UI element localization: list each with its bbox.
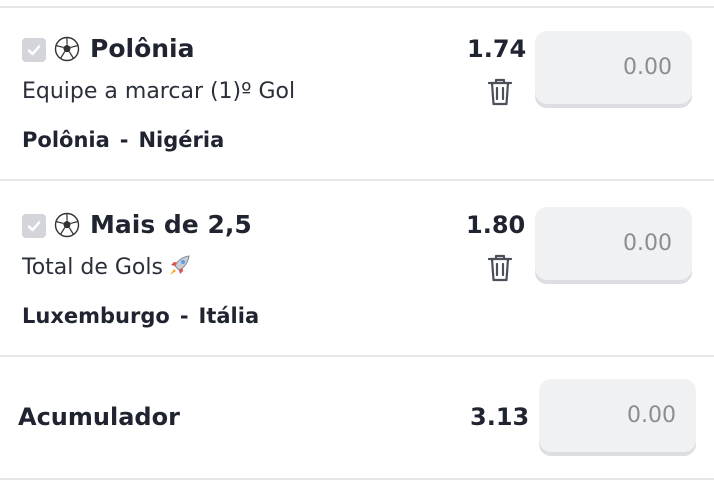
accumulator-stake-input[interactable]: 0.00 bbox=[539, 379, 696, 452]
bottom-divider bbox=[0, 478, 714, 480]
odds-value: 1.74 bbox=[467, 35, 527, 63]
soccer-ball-icon bbox=[54, 212, 80, 238]
team-separator: - bbox=[119, 128, 129, 152]
home-team: Polônia bbox=[22, 128, 110, 152]
match-teams: Luxemburgo - Itália bbox=[22, 301, 259, 331]
accumulator-label: Acumulador bbox=[18, 403, 180, 431]
rocket-icon bbox=[169, 255, 190, 275]
accumulator-odds: 3.13 bbox=[470, 403, 530, 431]
home-team: Luxemburgo bbox=[22, 304, 170, 328]
away-team: Nigéria bbox=[138, 128, 225, 152]
odds-value: 1.80 bbox=[466, 211, 526, 239]
bet-divider bbox=[0, 355, 714, 357]
bet-item: Polônia Equipe a marcar (1)º Gol Polônia… bbox=[0, 0, 714, 176]
market-name: Total de Gols bbox=[22, 255, 163, 280]
bet-item: Mais de 2,5 Total de Gols Luxemburgo - Itá… bbox=[0, 176, 714, 352]
team-separator: - bbox=[179, 304, 189, 328]
trash-icon[interactable] bbox=[485, 76, 515, 108]
checkmark-icon bbox=[27, 221, 41, 232]
market-row: Total de Gols bbox=[22, 252, 193, 284]
away-team: Itália bbox=[198, 304, 260, 328]
market-name: Equipe a marcar (1)º Gol bbox=[22, 79, 296, 104]
selection-name: Polônia bbox=[90, 34, 195, 63]
soccer-ball-icon bbox=[54, 36, 80, 62]
selection-checkbox[interactable] bbox=[22, 214, 46, 238]
trash-icon[interactable] bbox=[485, 252, 515, 284]
match-teams: Polônia - Nigéria bbox=[22, 125, 224, 155]
stake-input[interactable]: 0.00 bbox=[535, 207, 692, 280]
selection-checkbox[interactable] bbox=[22, 38, 46, 62]
stake-input[interactable]: 0.00 bbox=[535, 31, 692, 104]
selection-name: Mais de 2,5 bbox=[90, 210, 252, 239]
checkmark-icon bbox=[27, 45, 41, 56]
